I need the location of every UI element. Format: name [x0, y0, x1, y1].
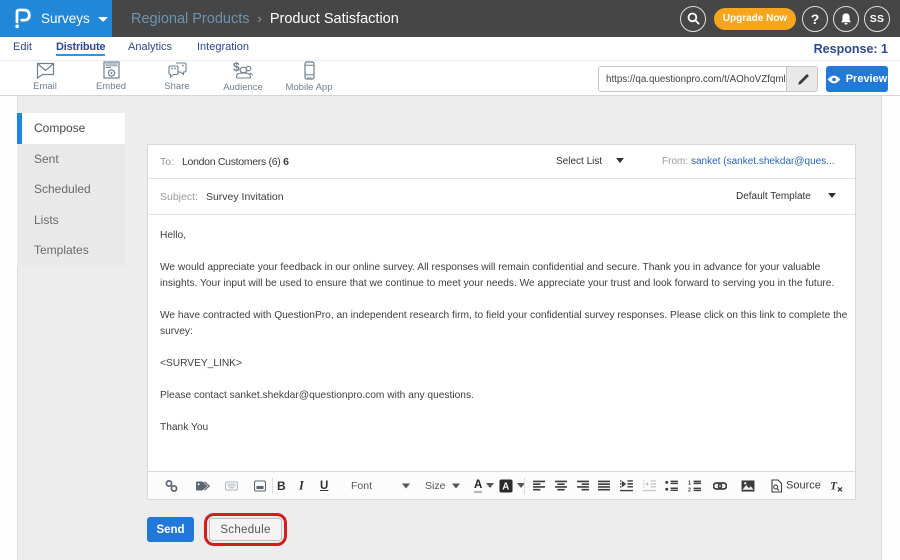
svg-text:$: $ — [233, 61, 240, 74]
svg-text:1: 1 — [688, 480, 691, 486]
svg-text:T: T — [830, 480, 838, 491]
svg-text:2: 2 — [688, 487, 691, 491]
svg-text:A: A — [502, 481, 509, 492]
